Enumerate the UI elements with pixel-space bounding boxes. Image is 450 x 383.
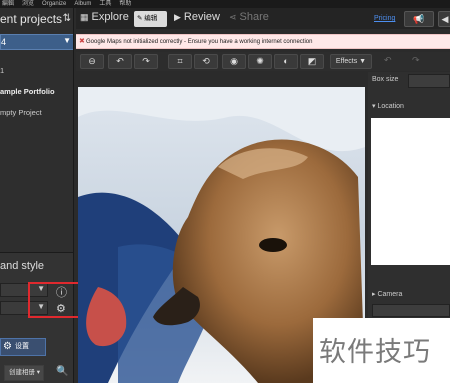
menu-item-tools[interactable]: 工具: [99, 0, 111, 8]
crop-icon: ⌗: [177, 56, 183, 66]
close-icon[interactable]: ✖: [79, 35, 85, 49]
rotate-left-button[interactable]: ↶: [108, 54, 132, 69]
contrast-icon: ◐: [283, 56, 289, 66]
gear-icon: ⚙: [3, 341, 12, 352]
tab-share[interactable]: ⋖ Share: [229, 11, 269, 23]
contrast-button[interactable]: ◐: [274, 54, 298, 69]
announce-button[interactable]: 📢: [404, 11, 434, 27]
pencil-icon: ✎: [137, 15, 143, 22]
settings-button[interactable]: ⚙ 设置: [0, 338, 46, 356]
box-size-input[interactable]: [408, 74, 450, 88]
tab-review[interactable]: ▶ Review: [174, 11, 220, 23]
settings-button-label: 设置: [15, 343, 29, 350]
menu-item-edit[interactable]: 編輯: [2, 0, 14, 8]
megaphone-icon: 📢: [413, 14, 425, 24]
project-item[interactable]: ample Portfolio: [0, 87, 55, 108]
rotate-left-icon: ↶: [116, 56, 124, 66]
sidebar: ent projects ⇅ 4 ▼ 1 ample Portfolio mpt…: [0, 8, 74, 383]
undo-icon[interactable]: ↶: [384, 55, 392, 66]
app-window: 編輯 浏览 Organize Album 工具 帮助 ent projects …: [0, 0, 450, 383]
back-icon: ◀: [441, 14, 449, 24]
redo-icon[interactable]: ↷: [412, 55, 420, 66]
project-select[interactable]: 4 ▼: [0, 34, 73, 50]
box-size-label: Box size: [372, 76, 399, 83]
watermark: 软件技巧: [313, 318, 450, 383]
brightness-button[interactable]: ✺: [248, 54, 272, 69]
new-album-button[interactable]: 创建相册 ▾: [4, 365, 44, 381]
project-item[interactable]: mpty Project: [0, 108, 55, 129]
menu-item-browse[interactable]: 浏览: [22, 0, 34, 8]
projects-header: ent projects ⇅: [0, 12, 73, 28]
search-icon[interactable]: 🔍: [56, 366, 68, 377]
levels-button[interactable]: ◩: [300, 54, 324, 69]
location-map[interactable]: [371, 118, 450, 265]
project-select-value: 4: [1, 37, 7, 47]
share-icon: ⋖: [229, 12, 237, 22]
maps-warning-text: Google Maps not initialized correctly - …: [86, 39, 313, 45]
pricing-link[interactable]: Pricing: [374, 15, 395, 22]
tab-edit[interactable]: ✎ 编辑: [134, 11, 167, 27]
camera-field[interactable]: [372, 304, 450, 317]
new-album-label: 创建相册: [9, 369, 35, 376]
tab-explore[interactable]: ▦ Explore: [80, 11, 129, 23]
sort-icon[interactable]: ⇅: [63, 13, 71, 24]
location-header[interactable]: ▾ Location: [372, 102, 404, 110]
redeye-button[interactable]: ◉: [222, 54, 246, 69]
menu-item-album[interactable]: Album: [74, 0, 91, 8]
play-icon: ▶: [174, 12, 181, 22]
project-list: 1 ample Portfolio mpty Project: [0, 66, 55, 129]
project-item[interactable]: 1: [0, 66, 55, 87]
nav-bar: ▦ Explore ✎ 编辑 ▶ Review ⋖ Share Pricing 📢 ◀: [76, 8, 450, 29]
edit-toolbar: ⊖ ↶ ↷ ⌗ ⟲ ◉ ✺ ◐ ◩ Effects ▼ ↶ ↷: [76, 52, 450, 71]
back-button[interactable]: ◀: [438, 11, 450, 27]
watermark-text: 软件技巧: [319, 337, 431, 367]
chevron-down-icon[interactable]: ▼: [63, 36, 71, 45]
straighten-button[interactable]: ⟲: [194, 54, 218, 69]
effects-button[interactable]: Effects ▼: [330, 54, 372, 69]
reject-button[interactable]: ⊖: [80, 54, 104, 69]
rotate-right-icon: ↷: [142, 56, 150, 66]
menu-bar: 編輯 浏览 Organize Album 工具 帮助: [0, 0, 450, 8]
minus-circle-icon: ⊖: [88, 56, 96, 66]
maps-warning-banner: ✖ Google Maps not initialized correctly …: [76, 34, 450, 49]
levels-icon: ◩: [307, 56, 317, 66]
sun-icon: ✺: [256, 56, 264, 66]
menu-item-organize[interactable]: Organize: [42, 0, 66, 8]
rotate-right-button[interactable]: ↷: [134, 54, 158, 69]
straighten-icon: ⟲: [202, 56, 210, 66]
projects-title: ent projects: [0, 12, 63, 26]
style-panel-title: and style: [0, 260, 45, 272]
camera-header[interactable]: ▸ Camera: [372, 290, 402, 298]
crop-button[interactable]: ⌗: [168, 54, 192, 69]
grid-icon: ▦: [80, 12, 89, 22]
menu-item-help[interactable]: 帮助: [119, 0, 131, 8]
effects-label: Effects: [335, 58, 358, 65]
eye-icon: ◉: [230, 56, 238, 66]
